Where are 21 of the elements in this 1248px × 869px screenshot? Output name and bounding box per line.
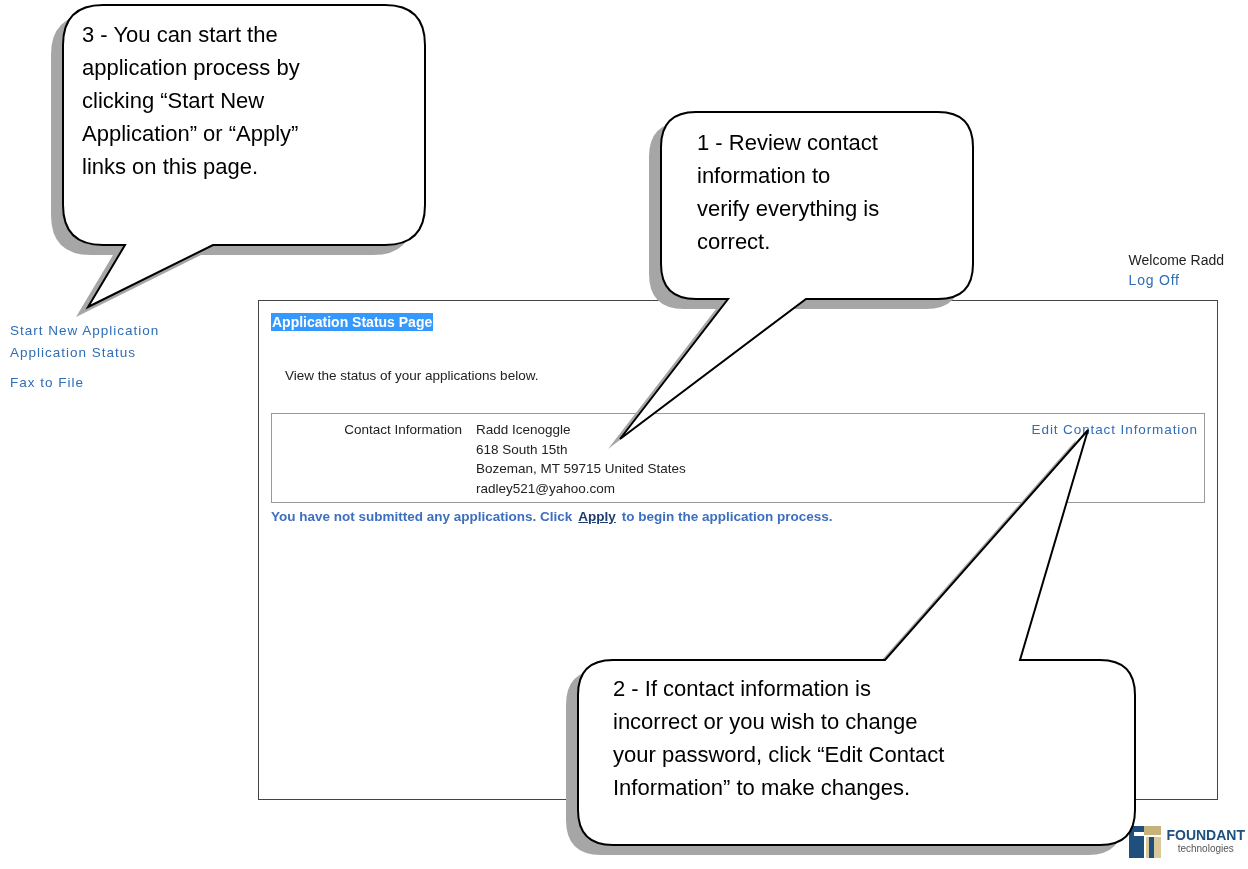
contact-detail: Bozeman, MT 59715 United States: [476, 460, 686, 478]
apply-link[interactable]: Apply: [578, 509, 616, 524]
callout-text: 1 - Review contact information to verify everything is correct.: [697, 129, 881, 256]
log-off-link[interactable]: Log Off: [1128, 270, 1180, 290]
intro-text: View the status of your applications below.: [285, 367, 540, 385]
sidebar-link[interactable]: Application Status: [10, 342, 137, 364]
contact-detail: radley521@yahoo.com: [476, 479, 616, 498]
logo-name: FOUNDANT: [1166, 828, 1245, 842]
contact-detail: 618 South 15th: [476, 440, 568, 459]
callout-text: 2 - If contact information is incorrect or you wish to change your password, click “Edit Contact Information” to make changes.: [613, 675, 946, 802]
contact-label: Contact Information: [343, 421, 462, 439]
contact-detail: Radd Icenoggle: [476, 421, 571, 439]
welcome-text: Welcome Radd: [1128, 251, 1224, 270]
logo-icon: [1129, 826, 1162, 858]
logo-tagline: technologies: [1177, 842, 1234, 856]
callout-text: 3 - You can start the application process by clicking “Start New Application” or “Apply” links on this page.: [82, 21, 301, 181]
sidebar-link[interactable]: Fax to File: [10, 372, 85, 394]
sidebar-link[interactable]: Start New Application: [10, 320, 160, 342]
status-message: You have not submitted any applications. Click Apply to begin the application process.: [271, 509, 834, 524]
edit-contact-link[interactable]: Edit Contact Information: [1031, 420, 1198, 440]
page-title: Application Status Page: [271, 313, 434, 331]
